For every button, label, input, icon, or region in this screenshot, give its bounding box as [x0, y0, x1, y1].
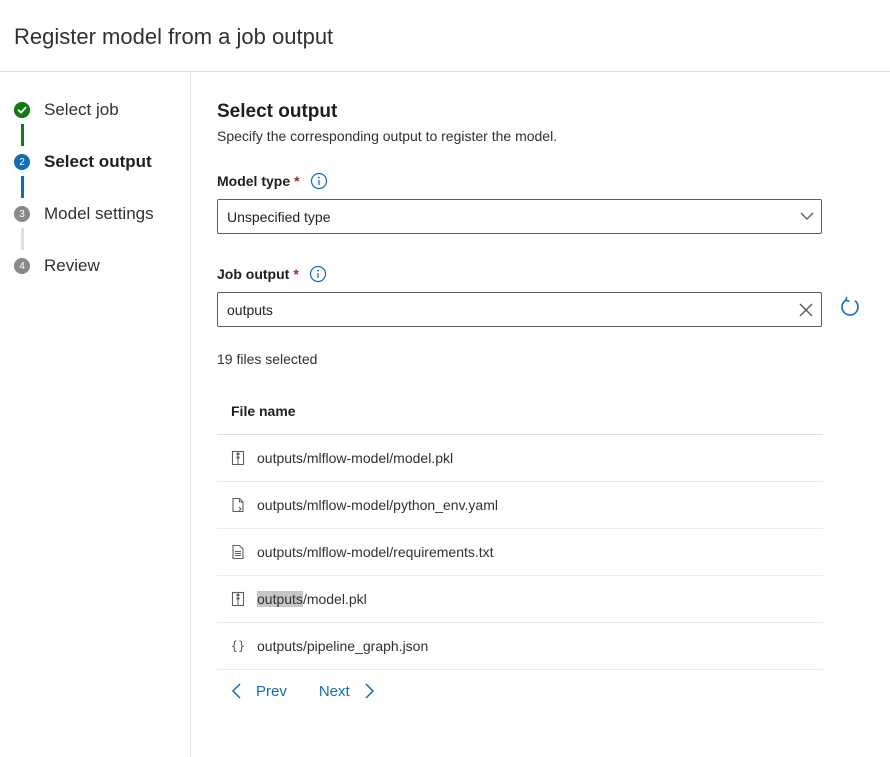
step-select-output[interactable]: 2 Select output	[14, 150, 152, 174]
pagination: Prev Next	[230, 682, 376, 700]
checkmark-icon	[14, 102, 30, 118]
chevron-down-icon	[799, 208, 815, 224]
step-connector	[21, 176, 24, 198]
job-output-value: outputs	[227, 301, 273, 318]
file-name: outputs/pipeline_graph.json	[257, 638, 429, 654]
chevron-right-icon	[365, 683, 374, 699]
step-review[interactable]: 4 Review	[14, 254, 100, 278]
table-row[interactable]: outputs/mlflow-model/model.pkl	[217, 435, 823, 482]
register-model-panel: Register model from a job output Select …	[0, 0, 890, 757]
wizard-steps	[0, 72, 191, 757]
step-label: Review	[44, 256, 100, 275]
job-output-label: Job output *	[217, 265, 327, 283]
package-icon	[231, 591, 245, 607]
search-highlight: outputs	[257, 591, 303, 607]
step-model-settings[interactable]: 3 Model settings	[14, 202, 154, 226]
text-file-icon	[231, 544, 245, 560]
table-row[interactable]: outputs/mlflow-model/requirements.txt	[217, 529, 823, 576]
step-label: Select job	[44, 100, 119, 119]
file-table: File name outputs/mlflow-model/model.pkl…	[217, 387, 823, 670]
model-type-value: Unspecified type	[227, 208, 331, 225]
clear-icon[interactable]	[797, 301, 815, 319]
table-row[interactable]: outputs/model.pkl	[217, 576, 823, 623]
json-braces-icon: {}	[230, 639, 246, 653]
refresh-icon[interactable]	[839, 296, 861, 318]
table-row[interactable]: outputs/mlflow-model/python_env.yaml	[217, 482, 823, 529]
next-button[interactable]: Next	[319, 682, 376, 700]
file-name: outputs/mlflow-model/requirements.txt	[257, 544, 494, 560]
file-name: outputs/model.pkl	[257, 591, 367, 607]
model-type-label: Model type *	[217, 172, 328, 190]
files-selected-count: 19 files selected	[217, 351, 318, 367]
main-content: Select output Specify the corresponding …	[217, 0, 890, 757]
step-number: 4	[14, 258, 30, 274]
step-label: Select output	[44, 152, 152, 171]
file-name: outputs/mlflow-model/model.pkl	[257, 450, 454, 466]
job-output-input[interactable]: outputs	[217, 292, 822, 327]
table-row[interactable]: {} outputs/pipeline_graph.json	[217, 623, 823, 670]
section-subtitle: Specify the corresponding output to regi…	[217, 128, 558, 144]
step-connector	[21, 228, 24, 250]
package-icon	[231, 450, 245, 466]
required-marker: *	[294, 173, 300, 189]
step-number: 3	[14, 206, 30, 222]
chevron-left-icon	[231, 683, 241, 699]
file-name: outputs/mlflow-model/python_env.yaml	[257, 497, 498, 513]
required-marker: *	[293, 266, 299, 282]
step-connector	[21, 124, 24, 146]
info-icon[interactable]	[310, 172, 328, 190]
step-select-job[interactable]: Select job	[14, 98, 119, 122]
info-icon[interactable]	[309, 265, 327, 283]
model-type-dropdown[interactable]: Unspecified type	[217, 199, 822, 234]
step-number: 2	[14, 154, 30, 170]
section-title: Select output	[217, 101, 338, 122]
step-label: Model settings	[44, 204, 154, 223]
yaml-file-icon	[231, 497, 245, 513]
prev-button[interactable]: Prev	[230, 682, 287, 700]
column-header-file-name[interactable]: File name	[217, 387, 823, 435]
